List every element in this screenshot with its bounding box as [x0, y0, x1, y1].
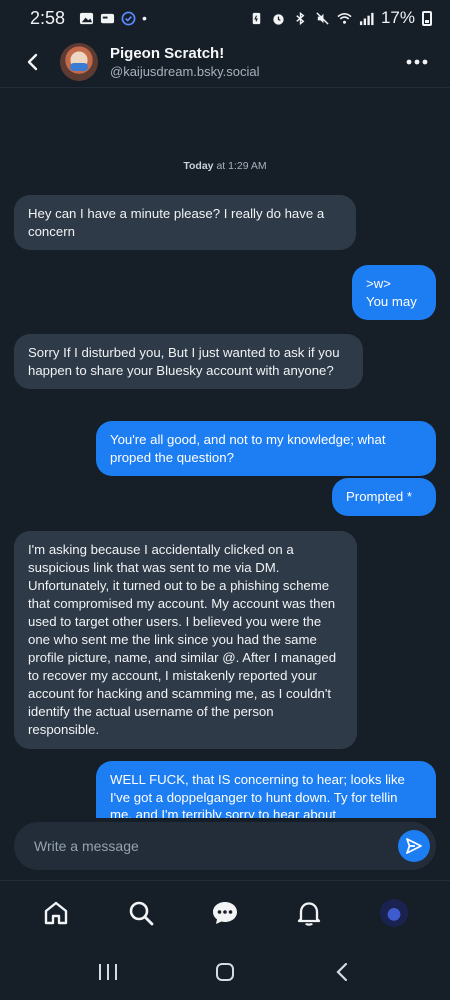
check-circle-icon: [121, 11, 136, 25]
message-bubble[interactable]: You're all good, and not to my knowledge…: [96, 421, 436, 476]
back-button[interactable]: [18, 47, 48, 77]
nav-profile[interactable]: [374, 893, 414, 933]
message-bubble[interactable]: WELL FUCK, that IS concerning to hear; l…: [96, 761, 436, 818]
more-dots-icon: [406, 59, 428, 64]
message-bubble[interactable]: Sorry If I disturbed you, But I just wan…: [14, 334, 363, 389]
system-back-button[interactable]: [322, 952, 362, 992]
card-icon: [100, 13, 115, 23]
battery-saver-icon: [252, 12, 261, 24]
display-name: Pigeon Scratch!: [110, 44, 225, 62]
recents-icon: [99, 964, 118, 980]
message-input[interactable]: [34, 838, 364, 854]
battery-percent: 17%: [380, 8, 415, 27]
wifi-icon: [337, 12, 352, 24]
nav-search[interactable]: [121, 893, 161, 933]
message-bubble[interactable]: >w> You may: [352, 265, 436, 320]
home-button[interactable]: [205, 952, 245, 992]
system-navigation: [0, 944, 450, 1000]
user-handle: @kaijusdream.bsky.social: [110, 63, 260, 79]
signal-icon: [359, 12, 374, 25]
message-text: I'm asking because I accidentally clicke…: [28, 542, 337, 737]
message-text: WELL FUCK, that IS concerning to hear; l…: [110, 772, 405, 818]
send-icon: [406, 838, 422, 854]
date-separator: Today at 1:29 AM: [0, 160, 450, 172]
avatar[interactable]: [60, 42, 98, 81]
profile-avatar: [379, 898, 408, 927]
message-bubble[interactable]: Prompted *: [332, 478, 436, 516]
date-day: Today: [183, 160, 214, 172]
nav-notifications[interactable]: [289, 893, 329, 933]
home-square-icon: [215, 963, 234, 981]
conversation-header: Pigeon Scratch! @kaijusdream.bsky.social: [0, 36, 450, 88]
send-button[interactable]: [398, 830, 430, 862]
message-composer: [14, 822, 436, 870]
message-text: >w>: [366, 276, 391, 291]
search-icon: [129, 901, 153, 925]
message-text: Sorry If I disturbed you, But I just wan…: [28, 345, 340, 378]
bottom-navigation: [0, 880, 450, 944]
dot-icon: •: [142, 10, 147, 26]
battery-icon: [422, 10, 432, 26]
bluetooth-icon: [296, 11, 305, 25]
chevron-left-icon: [27, 53, 38, 70]
recents-button[interactable]: [88, 952, 128, 992]
status-time: 2:58: [30, 7, 66, 28]
date-time: at 1:29 AM: [216, 160, 267, 172]
message-bubble[interactable]: Hey can I have a minute please? I really…: [14, 195, 356, 250]
message-text: Hey can I have a minute please? I really…: [28, 206, 325, 239]
chat-icon: [212, 901, 237, 924]
message-bubble[interactable]: I'm asking because I accidentally clicke…: [14, 531, 357, 749]
mute-icon: [316, 11, 329, 25]
back-arrow-icon: [336, 962, 347, 982]
home-icon: [44, 901, 68, 924]
message-text: You may: [366, 293, 417, 309]
bell-icon: [298, 901, 321, 926]
message-text: Prompted *: [346, 489, 412, 504]
more-options-button[interactable]: [402, 47, 432, 77]
nav-home[interactable]: [36, 893, 76, 933]
nav-chat[interactable]: [205, 893, 245, 933]
status-bar: 2:58 • 17%: [0, 0, 450, 36]
gallery-icon: [79, 12, 94, 24]
profile-info[interactable]: Pigeon Scratch! @kaijusdream.bsky.social: [110, 45, 260, 79]
message-list[interactable]: Today at 1:29 AM Hey can I have a minute…: [0, 88, 450, 818]
alarm-icon: [273, 13, 284, 25]
message-text: You're all good, and not to my knowledge…: [110, 432, 386, 465]
